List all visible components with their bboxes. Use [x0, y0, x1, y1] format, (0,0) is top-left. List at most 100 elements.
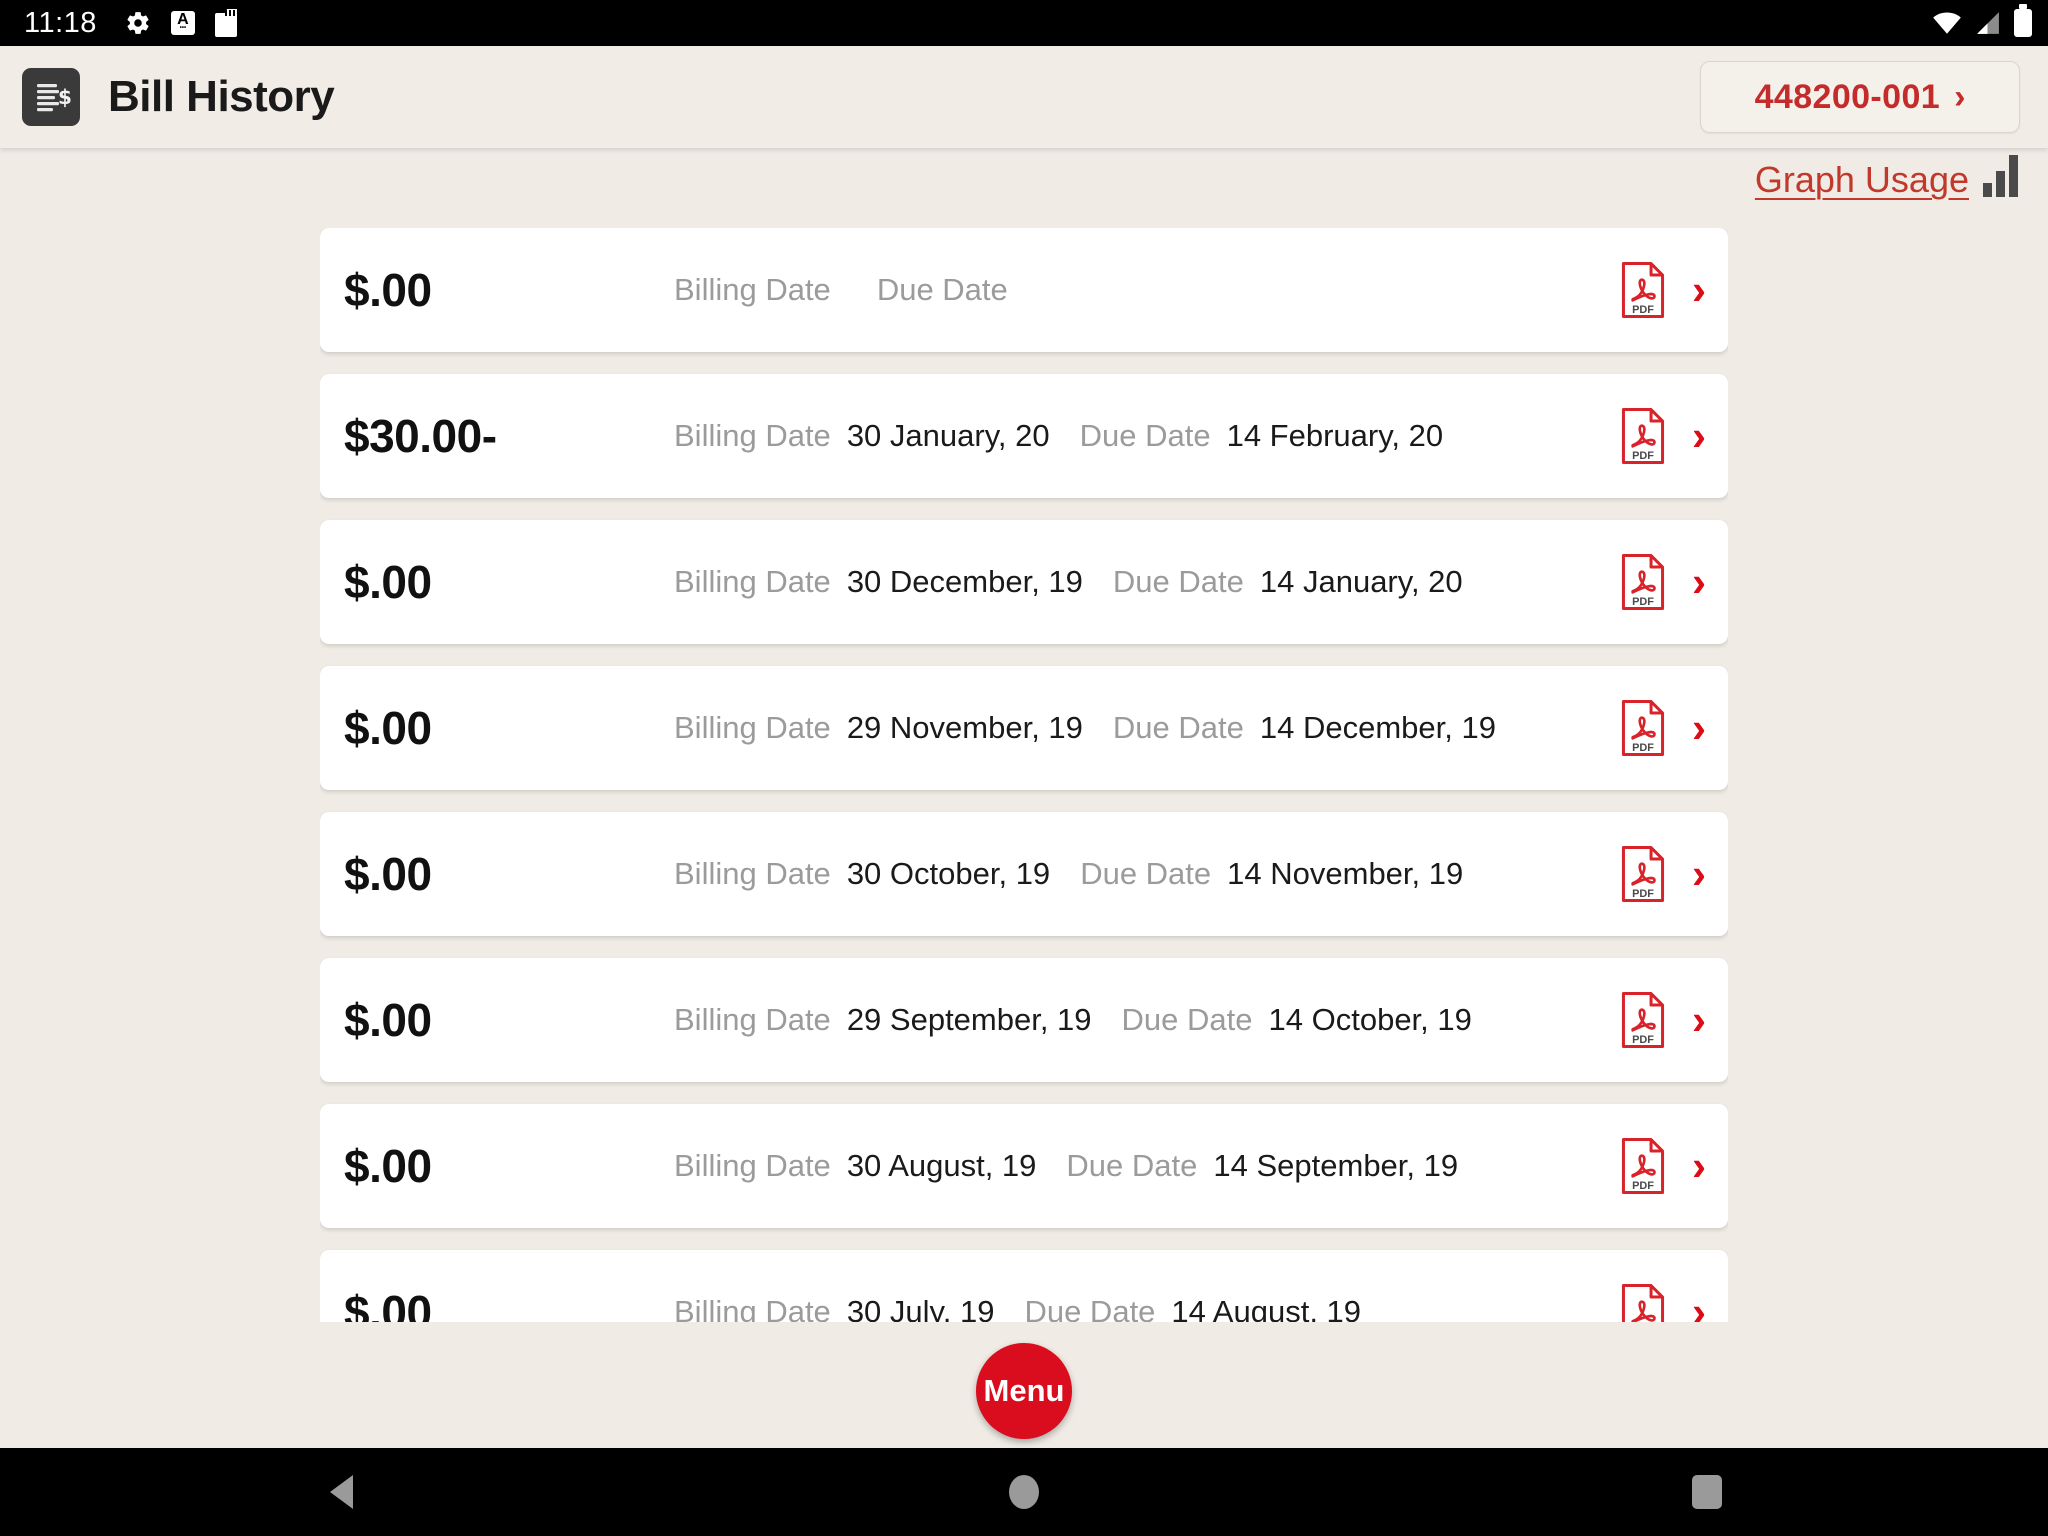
due-date-label: Due Date	[1079, 418, 1211, 453]
billing-date-label: Billing Date	[674, 418, 831, 453]
graph-usage-label: Graph Usage	[1754, 159, 1969, 200]
nav-recents-button[interactable]	[1607, 1448, 1807, 1536]
billing-date-value: 30 October, 19	[846, 856, 1051, 891]
bill-history-list[interactable]: $.00 Billing Date Due Date PDF › $30.00-	[320, 228, 1728, 1322]
back-icon	[329, 1475, 353, 1509]
bill-row[interactable]: $.00 Billing Date 30 July, 19 Due Date 1…	[320, 1250, 1728, 1322]
android-status-bar: 11:18 A	[0, 0, 2048, 46]
bill-row[interactable]: $30.00- Billing Date 30 January, 20 Due …	[320, 374, 1728, 498]
a-text-icon: A	[170, 11, 195, 37]
bill-dates: Billing Date 30 August, 19 Due Date 14 S…	[674, 1148, 1602, 1184]
bill-dates: Billing Date 30 December, 19 Due Date 14…	[674, 564, 1602, 600]
bill-row-actions: PDF ›	[1602, 553, 1706, 611]
billing-date-value: 29 September, 19	[846, 1002, 1092, 1037]
billing-date-label: Billing Date	[674, 856, 831, 891]
due-date-value: 14 November, 19	[1227, 856, 1464, 891]
pdf-icon[interactable]: PDF	[1620, 261, 1666, 319]
home-icon	[1008, 1475, 1039, 1509]
bill-row-actions: PDF ›	[1602, 699, 1706, 757]
battery-icon	[2014, 9, 2032, 37]
due-date-value: 14 August, 19	[1171, 1294, 1362, 1322]
bill-row-actions: PDF ›	[1602, 407, 1706, 465]
menu-fab-button[interactable]: Menu	[976, 1343, 1072, 1439]
due-date-label: Due Date	[1121, 1002, 1253, 1037]
billing-date-label: Billing Date	[674, 1294, 831, 1322]
gear-icon	[127, 12, 149, 34]
bill-dates: Billing Date 29 November, 19 Due Date 14…	[674, 710, 1602, 746]
due-date-label: Due Date	[1024, 1294, 1156, 1322]
wifi-icon	[1933, 12, 1961, 34]
billing-date-value: 30 July, 19	[846, 1294, 995, 1322]
bill-row[interactable]: $.00 Billing Date 30 August, 19 Due Date…	[320, 1104, 1728, 1228]
svg-text:$: $	[58, 85, 71, 109]
svg-text:PDF: PDF	[1632, 1180, 1654, 1192]
billing-date-label: Billing Date	[674, 710, 831, 745]
chevron-right-icon[interactable]: ›	[1692, 561, 1706, 603]
bill-amount: $.00	[344, 702, 432, 754]
billing-date-value: 29 November, 19	[846, 710, 1083, 745]
bill-amount: $.00	[344, 264, 432, 316]
bill-row-actions: PDF ›	[1602, 1283, 1706, 1322]
account-selector-button[interactable]: 448200-001 ›	[1700, 61, 2020, 133]
due-date-value: 14 January, 20	[1259, 564, 1463, 599]
bill-document-dollar-icon: $	[22, 68, 80, 126]
bill-row-actions: PDF ›	[1602, 1137, 1706, 1195]
status-bar-clock: 11:18	[24, 6, 97, 39]
pdf-icon[interactable]: PDF	[1620, 845, 1666, 903]
due-date-label: Due Date	[1112, 710, 1244, 745]
pdf-icon[interactable]: PDF	[1620, 1137, 1666, 1195]
chevron-right-icon: ›	[1954, 78, 1966, 116]
pdf-icon[interactable]: PDF	[1620, 407, 1666, 465]
chevron-right-icon[interactable]: ›	[1692, 415, 1706, 457]
bill-row-actions: PDF ›	[1602, 991, 1706, 1049]
pdf-icon[interactable]: PDF	[1620, 991, 1666, 1049]
app-header: $ Bill History 448200-001 ›	[0, 46, 2048, 148]
graph-usage-link[interactable]: Graph Usage	[1755, 155, 2018, 201]
chevron-right-icon[interactable]: ›	[1692, 269, 1706, 311]
bill-amount: $.00	[344, 556, 432, 608]
bill-row-actions: PDF ›	[1602, 261, 1706, 319]
due-date-value: 14 December, 19	[1259, 710, 1496, 745]
billing-date-value: 30 August, 19	[846, 1148, 1037, 1183]
due-date-value: 14 October, 19	[1268, 1002, 1472, 1037]
chevron-right-icon[interactable]: ›	[1692, 853, 1706, 895]
billing-date-label: Billing Date	[674, 1002, 831, 1037]
chevron-right-icon[interactable]: ›	[1692, 707, 1706, 749]
svg-text:PDF: PDF	[1632, 596, 1654, 608]
pdf-icon[interactable]: PDF	[1620, 699, 1666, 757]
bill-row[interactable]: $.00 Billing Date 29 September, 19 Due D…	[320, 958, 1728, 1082]
bill-row[interactable]: $.00 Billing Date Due Date PDF ›	[320, 228, 1728, 352]
svg-text:PDF: PDF	[1632, 450, 1654, 462]
bill-row-actions: PDF ›	[1602, 845, 1706, 903]
billing-date-label: Billing Date	[674, 1148, 831, 1183]
due-date-label: Due Date	[1066, 1148, 1198, 1183]
pdf-icon[interactable]: PDF	[1620, 553, 1666, 611]
chevron-right-icon[interactable]: ›	[1692, 1145, 1706, 1187]
account-number-label: 448200-001	[1754, 77, 1941, 116]
bill-dates: Billing Date Due Date	[674, 272, 1602, 308]
recents-icon	[1691, 1475, 1722, 1509]
signal-icon	[1977, 12, 1999, 34]
due-date-label: Due Date	[1112, 564, 1244, 599]
sd-card-icon	[214, 9, 237, 37]
bill-amount: $.00	[344, 994, 432, 1046]
bill-row[interactable]: $.00 Billing Date 30 December, 19 Due Da…	[320, 520, 1728, 644]
bill-dates: Billing Date 30 July, 19 Due Date 14 Aug…	[674, 1294, 1602, 1322]
billing-date-value: 30 December, 19	[846, 564, 1083, 599]
bill-dates: Billing Date 29 September, 19 Due Date 1…	[674, 1002, 1602, 1038]
svg-text:PDF: PDF	[1632, 742, 1654, 754]
bill-dates: Billing Date 30 October, 19 Due Date 14 …	[674, 856, 1602, 892]
chevron-right-icon[interactable]: ›	[1692, 999, 1706, 1041]
nav-back-button[interactable]	[241, 1448, 441, 1536]
svg-text:PDF: PDF	[1632, 888, 1654, 900]
due-date-value: 14 February, 20	[1226, 418, 1444, 453]
pdf-icon[interactable]: PDF	[1620, 1283, 1666, 1322]
chevron-right-icon[interactable]: ›	[1692, 1291, 1706, 1323]
status-bar-right-icons	[1932, 9, 2032, 37]
bar-chart-icon	[1983, 155, 2018, 201]
svg-text:PDF: PDF	[1632, 1034, 1654, 1046]
bill-row[interactable]: $.00 Billing Date 29 November, 19 Due Da…	[320, 666, 1728, 790]
nav-home-button[interactable]	[924, 1448, 1124, 1536]
bill-row[interactable]: $.00 Billing Date 30 October, 19 Due Dat…	[320, 812, 1728, 936]
due-date-value: 14 September, 19	[1213, 1148, 1459, 1183]
